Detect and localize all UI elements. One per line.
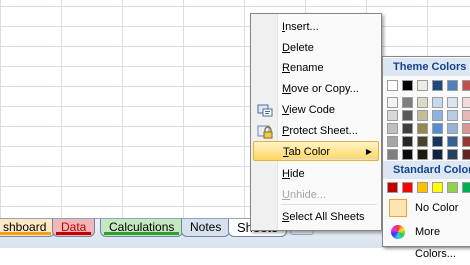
tab-color-submenu: Theme Colors Standard Colors No Color Mo… xyxy=(382,56,470,260)
theme-shade-swatch[interactable] xyxy=(417,123,428,134)
menu-item-label: Tab Color xyxy=(283,146,331,158)
theme-shade-swatch[interactable] xyxy=(462,97,470,108)
theme-shade-swatch[interactable] xyxy=(387,97,398,108)
theme-shade-swatch[interactable] xyxy=(447,136,458,147)
sheet-tab-calculations[interactable]: Calculations xyxy=(100,219,184,237)
menu-item-label: Rename xyxy=(282,62,324,74)
menu-item-hide[interactable]: Hide xyxy=(253,164,379,184)
protect-sheet-icon xyxy=(257,123,273,139)
menu-item-label: Insert... xyxy=(282,21,319,33)
theme-colors-header: Theme Colors xyxy=(383,58,470,76)
theme-shade-swatch[interactable] xyxy=(387,110,398,121)
color-wheel-icon xyxy=(391,225,405,239)
menu-separator xyxy=(281,159,377,160)
theme-shade-swatch[interactable] xyxy=(387,123,398,134)
standard-color-swatch[interactable] xyxy=(447,182,458,193)
menu-item-label: Unhide... xyxy=(282,189,327,201)
menu-item-label: Move or Copy... xyxy=(282,83,359,95)
menu-item-delete[interactable]: Delete xyxy=(253,38,379,58)
menu-item-label: Protect Sheet... xyxy=(282,125,358,137)
standard-color-swatch[interactable] xyxy=(432,182,443,193)
menu-item-select-all-sheets[interactable]: Select All Sheets xyxy=(253,207,379,227)
menu-item-label: Hide xyxy=(282,168,305,180)
theme-color-swatch[interactable] xyxy=(447,80,458,91)
theme-shade-swatch[interactable] xyxy=(432,97,443,108)
theme-shade-swatch[interactable] xyxy=(447,123,458,134)
sheet-tab-dashboard[interactable]: shboard xyxy=(0,219,56,237)
theme-shade-swatch[interactable] xyxy=(432,110,443,121)
more-colors-option[interactable]: More Colors... xyxy=(385,221,470,260)
menu-item-protect-sheet[interactable]: Protect Sheet... xyxy=(253,121,379,141)
theme-shade-swatch[interactable] xyxy=(462,136,470,147)
theme-color-swatch[interactable] xyxy=(387,80,398,91)
theme-shade-swatch[interactable] xyxy=(417,149,428,160)
menu-item-tab-color[interactable]: Tab Color ▶ xyxy=(253,141,379,161)
theme-shade-swatch[interactable] xyxy=(447,149,458,160)
theme-shade-swatch[interactable] xyxy=(417,136,428,147)
tab-color-strip xyxy=(232,232,284,235)
theme-shade-swatch[interactable] xyxy=(417,110,428,121)
theme-shade-swatch[interactable] xyxy=(387,136,398,147)
theme-shade-swatch[interactable] xyxy=(417,97,428,108)
standard-color-swatch[interactable] xyxy=(462,182,470,193)
menu-separator xyxy=(281,204,377,205)
theme-color-swatch[interactable] xyxy=(417,80,428,91)
theme-shade-swatch[interactable] xyxy=(402,149,413,160)
theme-shade-swatch[interactable] xyxy=(402,123,413,134)
standard-color-swatch[interactable] xyxy=(387,182,398,193)
theme-shade-swatch[interactable] xyxy=(462,149,470,160)
menu-item-label: Delete xyxy=(282,42,314,54)
sheet-tab-data[interactable]: Data xyxy=(52,219,96,237)
theme-shade-swatch[interactable] xyxy=(402,110,413,121)
theme-shade-swatch[interactable] xyxy=(447,110,458,121)
no-color-label: No Color xyxy=(415,202,459,214)
view-code-icon xyxy=(257,102,273,118)
theme-color-swatch[interactable] xyxy=(432,80,443,91)
tab-color-strip xyxy=(0,232,52,235)
more-colors-label: More Colors... xyxy=(415,226,456,260)
theme-shade-swatch[interactable] xyxy=(387,149,398,160)
tab-color-strip xyxy=(185,232,227,235)
standard-color-swatch[interactable] xyxy=(402,182,413,193)
theme-shade-swatch[interactable] xyxy=(402,136,413,147)
standard-colors-header: Standard Colors xyxy=(383,161,470,179)
theme-shade-swatch[interactable] xyxy=(447,97,458,108)
theme-shade-swatch[interactable] xyxy=(402,97,413,108)
no-color-option[interactable]: No Color xyxy=(385,197,470,219)
no-color-swatch xyxy=(389,199,407,217)
menu-item-unhide: Unhide... xyxy=(253,185,379,205)
tab-color-strip xyxy=(56,232,92,235)
sheet-tab-notes[interactable]: Notes xyxy=(181,219,231,237)
menu-item-rename[interactable]: Rename xyxy=(253,58,379,78)
theme-color-swatch[interactable] xyxy=(462,80,470,91)
theme-shade-swatch[interactable] xyxy=(432,149,443,160)
theme-shade-swatch[interactable] xyxy=(432,136,443,147)
theme-shade-swatch[interactable] xyxy=(432,123,443,134)
theme-color-swatch[interactable] xyxy=(402,80,413,91)
standard-color-swatch[interactable] xyxy=(417,182,428,193)
menu-item-label: View Code xyxy=(282,104,335,116)
menu-item-move-or-copy[interactable]: Move or Copy... xyxy=(253,79,379,99)
theme-shade-swatch[interactable] xyxy=(462,110,470,121)
menu-item-label: Select All Sheets xyxy=(282,211,365,223)
menu-item-insert[interactable]: Insert... xyxy=(253,17,379,37)
sheet-tab-context-menu: Insert... Delete Rename Move or Copy... View… xyxy=(250,13,382,231)
tab-color-strip xyxy=(104,232,180,235)
theme-shade-swatch[interactable] xyxy=(462,123,470,134)
menu-item-view-code[interactable]: View Code xyxy=(253,100,379,120)
